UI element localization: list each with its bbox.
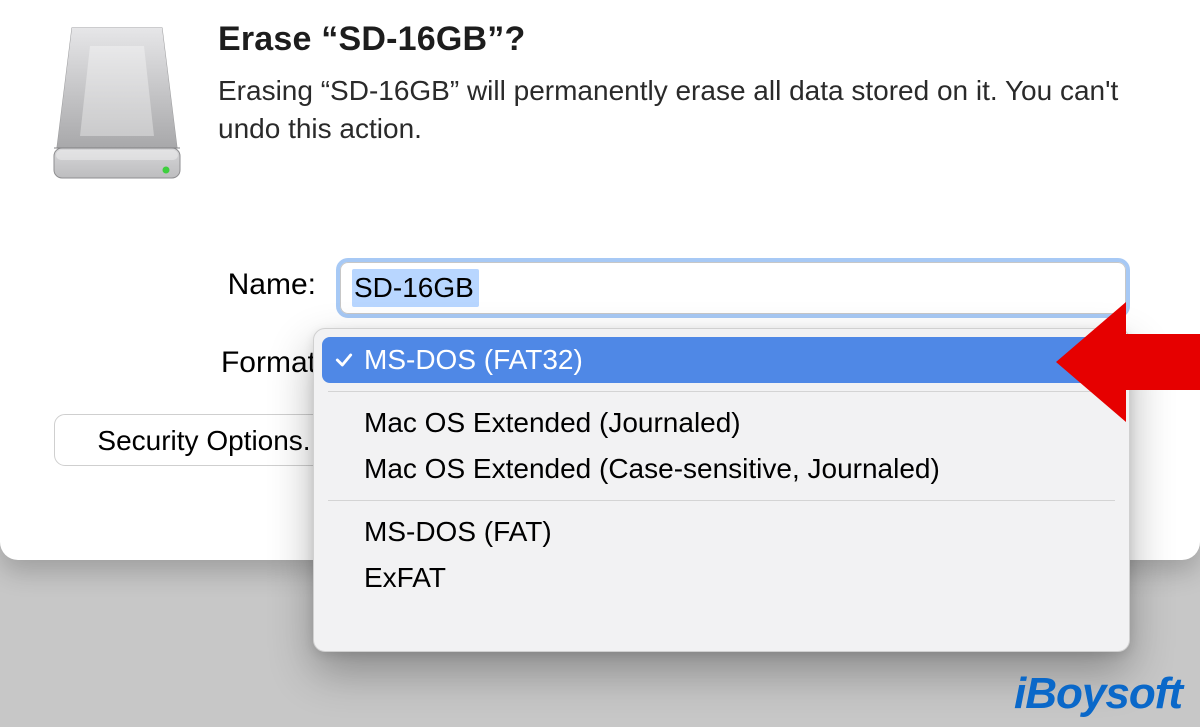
format-option[interactable]: MS-DOS (FAT32) — [322, 337, 1121, 383]
format-option-label: MS-DOS (FAT) — [364, 516, 552, 548]
format-dropdown[interactable]: MS-DOS (FAT32) Mac OS Extended (Journaled… — [313, 328, 1130, 652]
format-option-label: Mac OS Extended (Journaled) — [364, 407, 741, 439]
format-option-label: MS-DOS (FAT32) — [364, 344, 583, 376]
format-option[interactable]: ExFAT — [322, 555, 1121, 601]
format-option-label: ExFAT — [364, 562, 446, 594]
security-options-button[interactable]: Security Options. — [54, 414, 354, 466]
name-input[interactable] — [340, 262, 1126, 314]
watermark: iBoysoft — [1014, 669, 1182, 719]
format-option[interactable]: Mac OS Extended (Case-sensitive, Journal… — [322, 446, 1121, 492]
external-disk-icon — [42, 18, 192, 188]
check-icon — [334, 350, 354, 370]
format-option-label: Mac OS Extended (Case-sensitive, Journal… — [364, 453, 940, 485]
watermark-text: iBoysoft — [1014, 669, 1182, 719]
dialog-title: Erase “SD-16GB”? — [218, 20, 525, 59]
dropdown-separator — [328, 500, 1115, 501]
dropdown-separator — [328, 391, 1115, 392]
format-option[interactable]: Mac OS Extended (Journaled) — [322, 400, 1121, 446]
dialog-description: Erasing “SD-16GB” will permanently erase… — [218, 72, 1128, 148]
format-option[interactable]: MS-DOS (FAT) — [322, 509, 1121, 555]
format-label: Format — [76, 346, 316, 380]
name-label: Name: — [76, 268, 316, 302]
